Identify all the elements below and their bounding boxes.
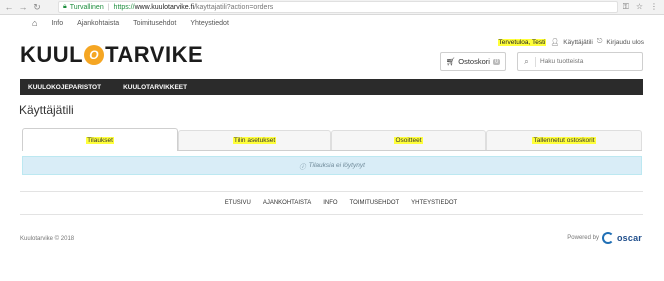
footer-nav: ETUSIVU AJANKOHTAISTA INFO TOIMITUSEHDOT… (0, 200, 664, 206)
user-icon: 👤︎ (550, 39, 560, 46)
account-link[interactable]: Käyttäjätili (563, 39, 593, 46)
logo-text-left: KUUL (20, 42, 84, 67)
home-icon[interactable]: ⌂ (32, 18, 37, 28)
info-alert: ⓘ Tilauksia ei löytynyt (22, 156, 642, 175)
browser-toolbar: ← → ↻ 🔒︎ Turvallinen | https:// www.kuul… (0, 0, 664, 15)
bookmark-star-icon[interactable]: ☆ (636, 2, 643, 12)
top-utility-nav: ⌂ Info Ajankohtaista Toimitusehdot Yhtey… (32, 18, 229, 28)
tab-saved-baskets-label: Tallennetut ostoskorit (532, 137, 596, 144)
menu-icon[interactable]: ⋮ (650, 2, 658, 12)
logo-badge-icon: O (84, 45, 105, 65)
basket-count-badge: 0 (492, 58, 501, 65)
footer-link-etusivu[interactable]: ETUSIVU (225, 200, 251, 206)
category-kuulotarvikkeet[interactable]: KUULOTARVIKKEET (123, 84, 187, 91)
tab-orders[interactable]: Tilaukset (22, 128, 178, 151)
category-nav: KUULOKOJEPARISTOT KUULOTARVIKKEET (20, 79, 643, 95)
tab-addresses-label: Osoitteet (394, 137, 423, 144)
category-kuulokojeparistot[interactable]: KUULOKOJEPARISTOT (28, 84, 101, 91)
cart-icon: 🛒︎ (445, 57, 456, 66)
topnav-item-yhteystiedot[interactable]: Yhteystiedot (190, 20, 229, 27)
footer-link-ajankohtaista[interactable]: AJANKOHTAISTA (263, 200, 311, 206)
key-icon[interactable]: ⚿ (623, 2, 629, 12)
url-host: www.kuulotarvike.fi (134, 3, 195, 11)
basket-label: Ostoskori (458, 57, 490, 66)
logout-link[interactable]: Kirjaudu ulos (606, 39, 644, 46)
footer-link-yhteystiedot[interactable]: YHTEYSTIEDOT (411, 200, 457, 206)
logout-icon: ⎋ (596, 38, 603, 45)
powered-by[interactable]: Powered by oscar (567, 232, 642, 244)
tab-orders-label: Tilaukset (86, 136, 114, 144)
footer-link-toimitusehdot[interactable]: TOIMITUSEHDOT (350, 200, 400, 206)
search-box: ⌕ (517, 52, 643, 71)
tab-account-settings-label: Tilin asetukset (232, 137, 277, 144)
topnav-item-toimitusehdot[interactable]: Toimitusehdot (133, 20, 176, 27)
oscar-brand: oscar (616, 233, 642, 243)
topnav-item-info[interactable]: Info (51, 20, 63, 27)
reload-icon[interactable]: ↻ (32, 2, 42, 12)
url-path: /kayttajatili?action=orders (194, 3, 274, 11)
info-icon: ⓘ (299, 163, 306, 171)
secure-label: Turvallinen (69, 3, 104, 11)
account-links: Tervetuloa, Testi 👤︎ Käyttäjätili ⎋ Kirj… (497, 38, 644, 46)
account-tabs: Tilaukset Tilin asetukset Osoitteet Tall… (22, 128, 642, 151)
address-bar[interactable]: 🔒︎ Turvallinen | https:// www.kuulotarvi… (58, 1, 618, 13)
search-icon[interactable]: ⌕ (518, 56, 536, 67)
oscar-logo-icon (601, 232, 614, 244)
back-icon[interactable]: ← (4, 2, 14, 12)
tab-saved-baskets[interactable]: Tallennetut ostoskorit (486, 130, 642, 150)
basket-button[interactable]: 🛒︎ Ostoskori 0 (440, 52, 506, 71)
copyright-text: Kuulotarvike © 2018 (20, 236, 75, 242)
topnav-item-ajankohtaista[interactable]: Ajankohtaista (77, 20, 119, 27)
url-scheme: https:// (113, 3, 135, 11)
alert-text: Tilauksia ei löytynyt (308, 162, 365, 169)
search-input[interactable] (536, 58, 636, 65)
site-logo[interactable]: KUUL O TARVIKE (20, 42, 203, 68)
lock-icon: 🔒︎ (63, 3, 67, 10)
forward-icon[interactable]: → (18, 2, 28, 12)
tab-account-settings[interactable]: Tilin asetukset (178, 130, 331, 150)
page-title: Käyttäjätili (19, 103, 74, 117)
footer-divider-top (20, 191, 643, 192)
tab-addresses[interactable]: Osoitteet (331, 130, 486, 150)
footer-link-info[interactable]: INFO (323, 200, 337, 206)
welcome-text: Tervetuloa, Testi (497, 38, 547, 46)
logo-text-right: TARVIKE (105, 42, 204, 67)
address-separator: | (107, 3, 110, 11)
footer-divider-bottom (20, 214, 643, 215)
powered-by-label: Powered by (567, 235, 599, 241)
